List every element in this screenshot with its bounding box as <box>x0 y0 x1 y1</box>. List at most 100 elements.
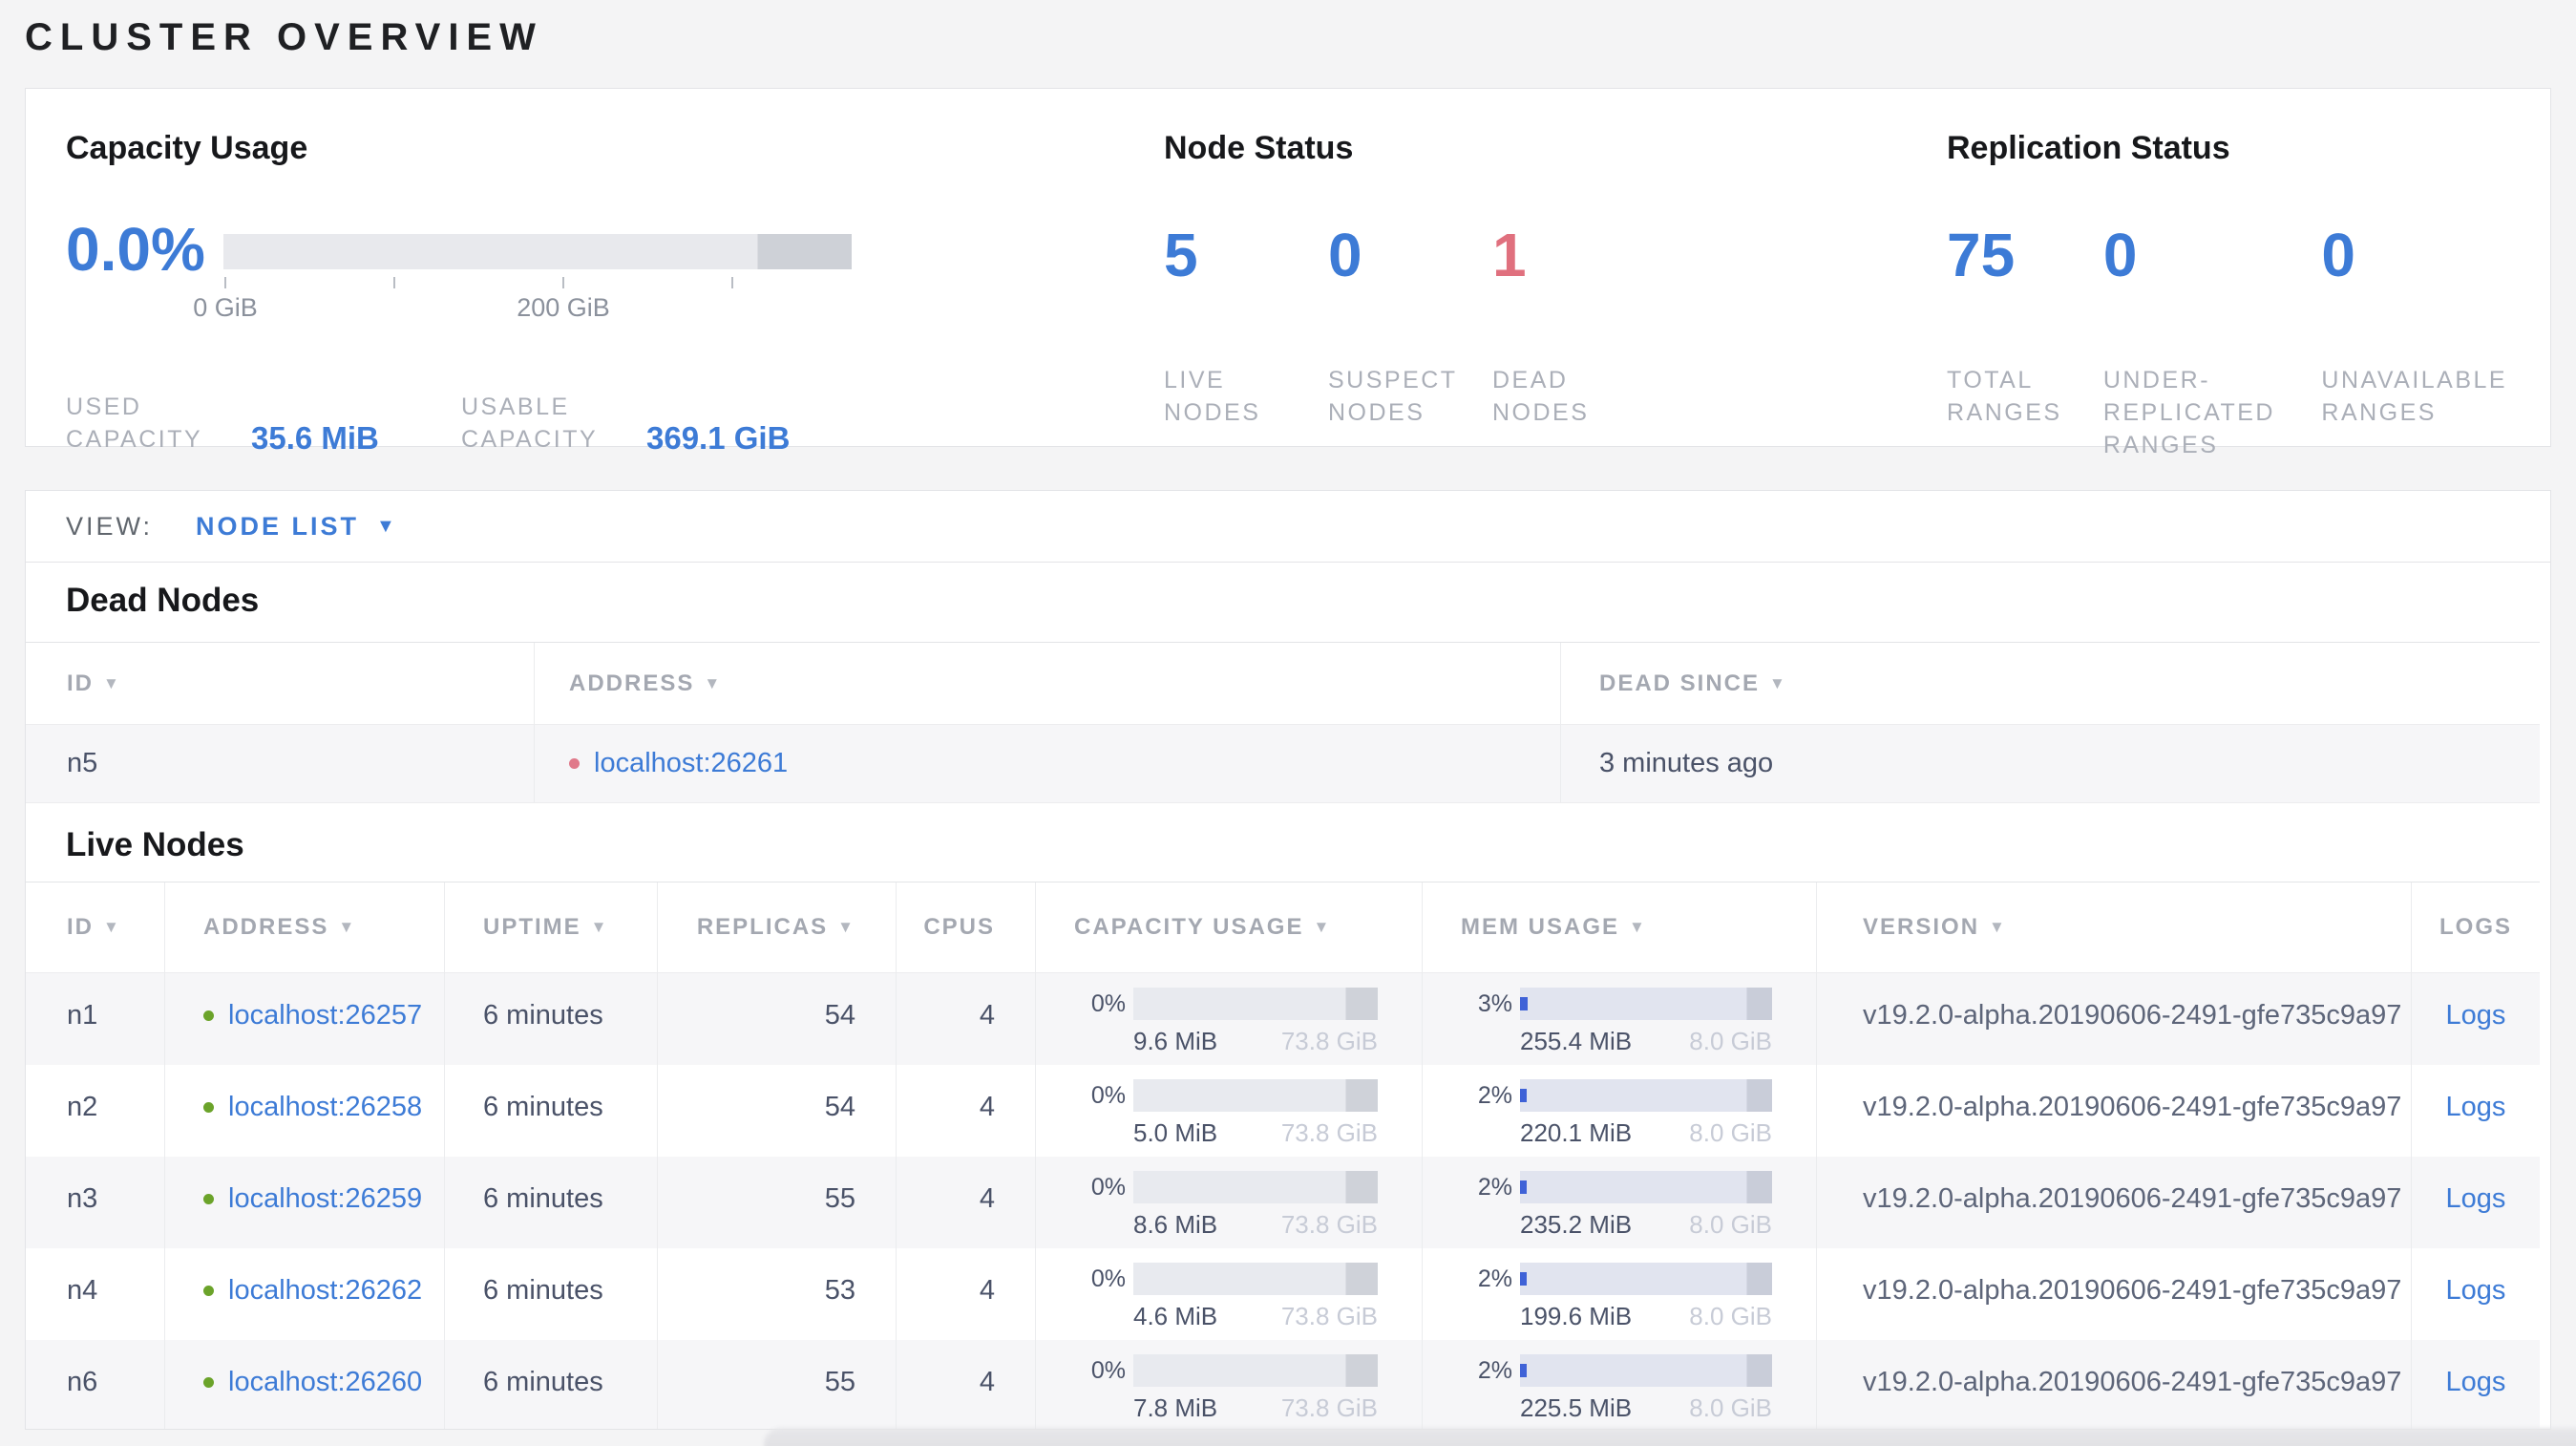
node-replicas: 54 <box>658 973 897 1065</box>
capacity-used-value: 7.8 MiB <box>1133 1393 1218 1422</box>
node-capacity-usage-cell: 0% 9.6 MiB 73.8 GiB <box>1036 973 1423 1065</box>
node-capacity-usage-cell: 0% 7.8 MiB 73.8 GiB <box>1036 1340 1423 1429</box>
suspect-nodes-count: 0 <box>1328 221 1362 289</box>
dead-header-dead-since[interactable]: DEAD SINCE ▼ <box>1561 643 2540 724</box>
node-id: n3 <box>26 1157 165 1248</box>
node-uptime: 6 minutes <box>445 1340 658 1429</box>
node-address-link[interactable]: localhost:26260 <box>228 1367 422 1398</box>
node-logs-link[interactable]: Logs <box>2446 1000 2506 1031</box>
replication-status-section: Replication Status 75 TOTAL RANGES 0 UND… <box>1947 127 2558 461</box>
dead-nodes-label: DEAD NODES <box>1492 367 1590 426</box>
node-mem-usage-cell: 2% 199.6 MiB 8.0 GiB <box>1423 1248 1817 1340</box>
view-selector-dropdown[interactable]: NODE LIST ▼ <box>196 512 395 542</box>
node-logs-cell: Logs <box>2412 1340 2540 1429</box>
live-nodes-body: n1 localhost:26257 6 minutes 54 4 0% 9.6… <box>26 973 2540 1429</box>
node-address-link[interactable]: localhost:26259 <box>228 1183 422 1215</box>
capacity-percent: 0% <box>1090 1265 1126 1292</box>
node-address-link[interactable]: localhost:26262 <box>228 1275 422 1307</box>
axis-tick <box>393 277 395 288</box>
capacity-bar <box>223 234 852 269</box>
node-logs-link[interactable]: Logs <box>2446 1275 2506 1307</box>
node-logs-link[interactable]: Logs <box>2446 1183 2506 1215</box>
live-nodes-stat: 5 LIVE NODES <box>1164 219 1328 429</box>
used-capacity-stat: USED CAPACITY 35.6 MiB <box>66 391 379 456</box>
cluster-overview-page: CLUSTER OVERVIEW Capacity Usage 0.0% 0 G… <box>0 0 2576 1446</box>
node-address-link[interactable]: localhost:26258 <box>228 1092 422 1123</box>
total-ranges-count: 75 <box>1947 221 2016 289</box>
live-header-cpus[interactable]: CPUS <box>897 882 1036 972</box>
node-uptime: 6 minutes <box>445 1248 658 1340</box>
capacity-usage-bar <box>1133 1079 1378 1112</box>
sort-arrow-icon: ▼ <box>103 918 121 936</box>
sort-arrow-icon: ▼ <box>338 918 357 936</box>
axis-tick <box>224 277 226 288</box>
capacity-used-value: 4.6 MiB <box>1133 1302 1218 1330</box>
node-logs-cell: Logs <box>2412 973 2540 1065</box>
mem-usage-bar <box>1520 1171 1772 1203</box>
dead-header-id[interactable]: ID ▼ <box>26 643 535 724</box>
mem-used-value: 199.6 MiB <box>1520 1302 1633 1330</box>
live-header-logs: LOGS <box>2439 914 2512 940</box>
live-header-id[interactable]: ID ▼ <box>26 882 165 972</box>
under-replicated-label: UNDER-REPLICATED RANGES <box>2102 367 2275 458</box>
total-ranges-stat: 75 TOTAL RANGES <box>1947 219 2103 461</box>
node-logs-link[interactable]: Logs <box>2446 1367 2506 1398</box>
mem-total-value: 8.0 GiB <box>1689 1118 1772 1147</box>
capacity-percent: 0% <box>1090 1081 1126 1109</box>
capacity-used-percent: 0.0% <box>66 215 205 284</box>
dead-node-id: n5 <box>26 725 535 802</box>
mem-percent: 2% <box>1477 1356 1512 1384</box>
unavailable-label: UNAVAILABLE RANGES <box>2321 367 2508 426</box>
live-header-version[interactable]: VERSION ▼ <box>1817 882 2412 972</box>
node-live-status-icon <box>203 1010 214 1021</box>
used-capacity-label: USED CAPACITY <box>66 393 203 453</box>
live-nodes-label: LIVE NODES <box>1164 367 1261 426</box>
mem-total-value: 8.0 GiB <box>1689 1027 1772 1055</box>
sort-arrow-icon: ▼ <box>590 918 609 936</box>
node-logs-cell: Logs <box>2412 1065 2540 1157</box>
node-address-link[interactable]: localhost:26257 <box>228 1000 422 1031</box>
capacity-percent: 0% <box>1090 1356 1126 1384</box>
node-replicas: 53 <box>658 1248 897 1340</box>
live-header-address[interactable]: ADDRESS ▼ <box>165 882 445 972</box>
mem-usage-fill <box>1520 997 1528 1010</box>
bottom-shadow-band <box>764 1428 2576 1446</box>
live-header-mem-usage[interactable]: MEM USAGE ▼ <box>1423 882 1817 972</box>
mem-total-value: 8.0 GiB <box>1689 1302 1772 1330</box>
dead-node-address-link[interactable]: localhost:26261 <box>594 748 788 779</box>
sort-arrow-icon: ▼ <box>1989 918 2007 936</box>
capacity-used-value: 5.0 MiB <box>1133 1118 1218 1147</box>
node-replicas: 54 <box>658 1065 897 1157</box>
node-status-title: Node Status <box>1164 130 1354 166</box>
node-address-cell: localhost:26258 <box>165 1065 445 1157</box>
mem-usage-fill <box>1520 1089 1527 1102</box>
capacity-total-value: 73.8 GiB <box>1280 1393 1378 1422</box>
node-version: v19.2.0-alpha.20190606-2491-gfe735c9a97 <box>1817 1157 2412 1248</box>
suspect-nodes-label: SUSPECT NODES <box>1328 367 1458 426</box>
node-cpus: 4 <box>897 1157 1036 1248</box>
capacity-usage-title: Capacity Usage <box>66 130 308 166</box>
node-mem-usage-cell: 2% 225.5 MiB 8.0 GiB <box>1423 1340 1817 1429</box>
mem-percent: 3% <box>1477 989 1512 1017</box>
mem-total-value: 8.0 GiB <box>1689 1210 1772 1239</box>
live-header-uptime[interactable]: UPTIME ▼ <box>445 882 658 972</box>
node-dead-status-icon <box>569 758 580 769</box>
dead-header-address[interactable]: ADDRESS ▼ <box>535 643 1561 724</box>
nodes-panel: VIEW: NODE LIST ▼ Dead Nodes ID ▼ ADDRES… <box>25 490 2551 1430</box>
dead-nodes-header-row: ID ▼ ADDRESS ▼ DEAD SINCE ▼ <box>26 643 2540 725</box>
sort-arrow-icon: ▼ <box>1313 918 1332 936</box>
live-header-capacity-usage[interactable]: CAPACITY USAGE ▼ <box>1036 882 1423 972</box>
node-logs-link[interactable]: Logs <box>2446 1092 2506 1123</box>
live-node-row: n4 localhost:26262 6 minutes 53 4 0% 4.6… <box>26 1248 2540 1340</box>
capacity-used-value: 8.6 MiB <box>1133 1210 1218 1239</box>
mem-percent: 2% <box>1477 1173 1512 1201</box>
node-id: n4 <box>26 1248 165 1340</box>
node-cpus: 4 <box>897 973 1036 1065</box>
node-address-cell: localhost:26259 <box>165 1157 445 1248</box>
capacity-percent: 0% <box>1090 1173 1126 1201</box>
mem-used-value: 235.2 MiB <box>1520 1210 1633 1239</box>
live-header-replicas[interactable]: REPLICAS ▼ <box>658 882 897 972</box>
node-replicas: 55 <box>658 1340 897 1429</box>
capacity-bar-chart: 0 GiB 200 GiB <box>193 234 852 322</box>
node-version: v19.2.0-alpha.20190606-2491-gfe735c9a97 <box>1817 973 2412 1065</box>
